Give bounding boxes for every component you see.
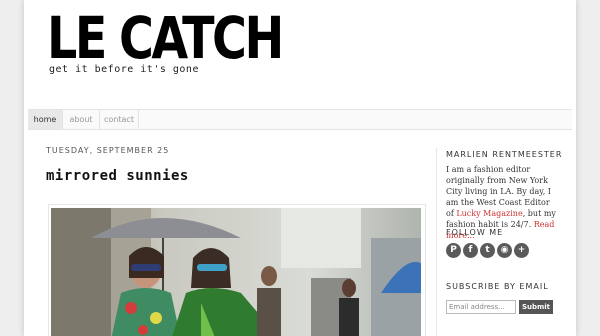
nav-about[interactable]: about bbox=[63, 110, 100, 129]
email-input[interactable]: Email address... bbox=[446, 300, 516, 314]
page-container: LE CATCH get it before it's gone home ab… bbox=[24, 0, 576, 336]
nav-contact[interactable]: contact bbox=[100, 110, 139, 129]
main-nav: home about contact bbox=[28, 109, 572, 130]
author-title: MARLIEN RENTMEESTER bbox=[446, 150, 563, 159]
subscribe-title: SUBSCRIBE BY EMAIL bbox=[446, 282, 549, 291]
rss-icon[interactable]: ◉ bbox=[497, 243, 512, 258]
pinterest-icon[interactable]: P bbox=[446, 243, 461, 258]
post-title[interactable]: mirrored sunnies bbox=[46, 168, 189, 184]
lucky-magazine-link[interactable]: Lucky Magazine bbox=[456, 209, 522, 218]
nav-home[interactable]: home bbox=[28, 110, 63, 129]
plus-icon[interactable]: + bbox=[514, 243, 529, 258]
facebook-icon[interactable]: f bbox=[463, 243, 478, 258]
follow-title: FOLLOW ME bbox=[446, 228, 504, 237]
site-tagline: get it before it's gone bbox=[49, 64, 199, 75]
post-date: TUESDAY, SEPTEMBER 25 bbox=[46, 146, 170, 155]
street-style-photo bbox=[51, 208, 421, 336]
twitter-icon[interactable]: t bbox=[480, 243, 495, 258]
site-logo[interactable]: LE CATCH bbox=[47, 8, 284, 68]
column-divider bbox=[436, 148, 437, 336]
submit-button[interactable]: Submit bbox=[519, 300, 553, 314]
post-image[interactable] bbox=[51, 208, 421, 336]
